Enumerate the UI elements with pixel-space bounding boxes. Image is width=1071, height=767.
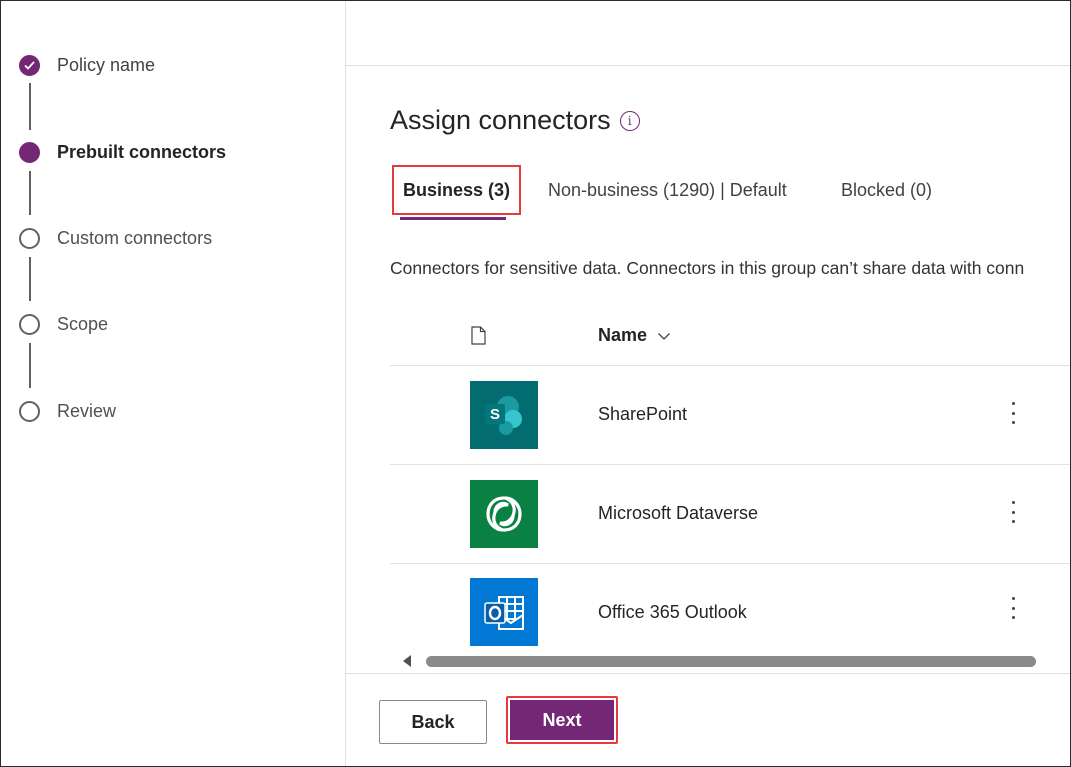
dataverse-icon (486, 496, 522, 532)
svg-text:S: S (490, 406, 500, 423)
name-column-header[interactable]: Name (598, 325, 671, 346)
sharepoint-logo: S (470, 381, 538, 449)
step-policy-name[interactable]: Policy name (19, 54, 155, 76)
more-options-icon[interactable] (1005, 501, 1021, 523)
step-custom-connectors[interactable]: Custom connectors (19, 227, 212, 249)
column-label: Name (598, 325, 648, 345)
dataverse-logo (470, 480, 538, 548)
scroll-left-icon[interactable] (403, 655, 411, 667)
connector-tabs: Business (3) Non-business (1290) | Defau… (390, 165, 1070, 220)
step-label: Policy name (57, 54, 156, 75)
step-label: Custom connectors (57, 227, 213, 248)
checkmark-icon (19, 54, 40, 76)
connectors-table: Name S SharePoint Microsoft Dataverse Of… (390, 306, 1070, 654)
step-scope[interactable]: Scope (19, 313, 108, 335)
chevron-down-icon (658, 332, 670, 340)
scrollbar-thumb[interactable] (426, 656, 1036, 667)
divider (346, 65, 1070, 66)
step-connector (29, 257, 31, 301)
step-label: Review (57, 400, 117, 421)
file-icon (471, 326, 486, 345)
empty-step-icon (19, 400, 40, 422)
sharepoint-icon: S (485, 396, 522, 435)
active-tab-indicator (400, 217, 506, 220)
more-options-icon[interactable] (1005, 597, 1021, 619)
step-prebuilt-connectors[interactable]: Prebuilt connectors (19, 141, 226, 163)
connector-name: Microsoft Dataverse (598, 503, 759, 523)
step-connector (29, 171, 31, 215)
horizontal-scrollbar[interactable] (390, 651, 1070, 671)
connector-name: Office 365 Outlook (598, 602, 747, 622)
step-label: Prebuilt connectors (57, 141, 227, 162)
tab-label: Business (3) (403, 179, 511, 200)
step-connector (29, 343, 31, 388)
tab-label: Non-business (1290) | Default (548, 179, 787, 200)
table-row[interactable]: Microsoft Dataverse (390, 465, 1070, 564)
outlook-icon (484, 596, 524, 630)
tab-non-business[interactable]: Non-business (1290) | Default (548, 165, 787, 215)
wizard-stepper: Policy name Prebuilt connectors Custom c… (1, 1, 346, 766)
group-description: Connectors for sensitive data. Connector… (390, 258, 1025, 278)
tab-business[interactable]: Business (3) (392, 165, 522, 215)
step-label: Scope (57, 313, 109, 334)
table-header: Name (390, 306, 1070, 366)
connector-name: SharePoint (598, 404, 688, 424)
step-review[interactable]: Review (19, 400, 116, 422)
step-connector (29, 83, 31, 130)
outlook-logo (470, 578, 538, 646)
info-icon[interactable]: i (619, 110, 640, 131)
empty-step-icon (19, 227, 40, 249)
heading-row: Assign connectors i (390, 105, 640, 136)
more-options-icon[interactable] (1005, 402, 1021, 424)
table-row[interactable]: Office 365 Outlook (390, 564, 1070, 654)
tab-label: Blocked (0) (841, 179, 933, 200)
next-button-label: Next (510, 700, 614, 740)
tab-blocked[interactable]: Blocked (0) (841, 165, 932, 215)
main-panel: Assign connectors i Business (3) Non-bus… (346, 1, 1070, 766)
app-window: Policy name Prebuilt connectors Custom c… (0, 0, 1071, 767)
divider (346, 673, 1070, 674)
table-row[interactable]: S SharePoint (390, 366, 1070, 465)
current-step-icon (19, 141, 40, 163)
empty-step-icon (19, 313, 40, 335)
back-button[interactable]: Back (379, 700, 487, 744)
next-button[interactable]: Next (506, 696, 618, 744)
page-title: Assign connectors (390, 105, 611, 135)
